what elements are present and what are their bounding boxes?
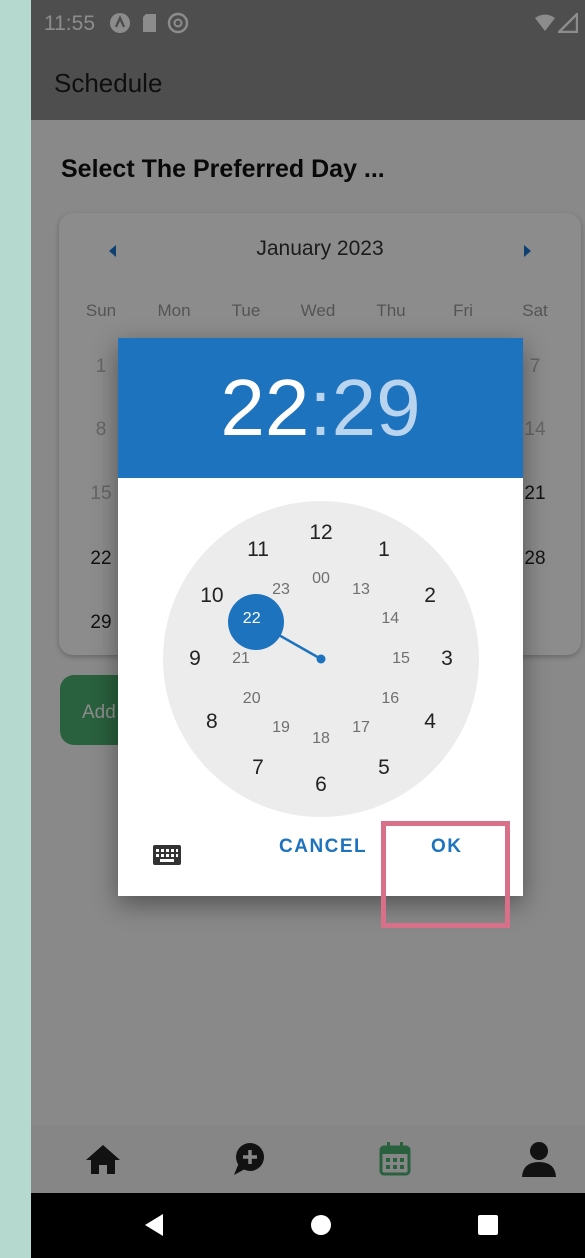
clock-hour-2[interactable]: 2	[408, 574, 452, 618]
clock-hour-6[interactable]: 6	[299, 763, 343, 807]
clock-hour-4[interactable]: 4	[408, 700, 452, 744]
time-separator: :	[309, 363, 332, 452]
clock-hour-15[interactable]: 15	[379, 637, 423, 681]
system-nav-bar	[31, 1193, 585, 1258]
minute-display[interactable]: 29	[332, 363, 421, 452]
clock-hour-5[interactable]: 5	[362, 746, 406, 790]
recents-icon[interactable]	[477, 1214, 499, 1241]
clock-hour-14[interactable]: 14	[368, 597, 412, 641]
clock-hour-11[interactable]: 11	[236, 528, 280, 572]
clock-hour-18[interactable]: 18	[299, 717, 343, 761]
clock-hour-8[interactable]: 8	[190, 700, 234, 744]
clock-hour-00[interactable]: 00	[299, 557, 343, 601]
clock-hour-9[interactable]: 9	[173, 637, 217, 681]
clock-face[interactable]: 12 1 2 3 4 5 6 7 8 9 10 11 00 13 14 15 16 17 18 19 20 21 22 23	[163, 501, 479, 817]
clock-hour-17[interactable]: 17	[339, 706, 383, 750]
cancel-button[interactable]: CANCEL	[279, 836, 367, 858]
clock-hour-20[interactable]: 20	[230, 677, 274, 721]
keyboard-icon[interactable]	[153, 845, 181, 865]
clock-hour-12[interactable]: 12	[299, 511, 343, 555]
clock-hour-7[interactable]: 7	[236, 746, 280, 790]
time-picker-dialog: 22:29 12 1 2 3 4 5 6 7 8 9 10 11 00 13 14 15 16 17 18 19 20 2…	[118, 338, 523, 896]
clock-hour-21[interactable]: 21	[219, 637, 263, 681]
time-display: 22:29	[118, 338, 523, 478]
clock-hour-3[interactable]: 3	[425, 637, 469, 681]
clock-hour-10[interactable]: 10	[190, 574, 234, 618]
home-circle-icon[interactable]	[310, 1214, 332, 1241]
phone-screen: 11:55 Schedule Select The Preferred Day …	[31, 0, 585, 1258]
clock-hour-1[interactable]: 1	[362, 528, 406, 572]
clock-hour-23[interactable]: 23	[259, 568, 303, 612]
ok-highlight-box	[381, 821, 510, 928]
hour-display[interactable]: 22	[220, 363, 309, 452]
back-icon[interactable]	[143, 1212, 165, 1243]
